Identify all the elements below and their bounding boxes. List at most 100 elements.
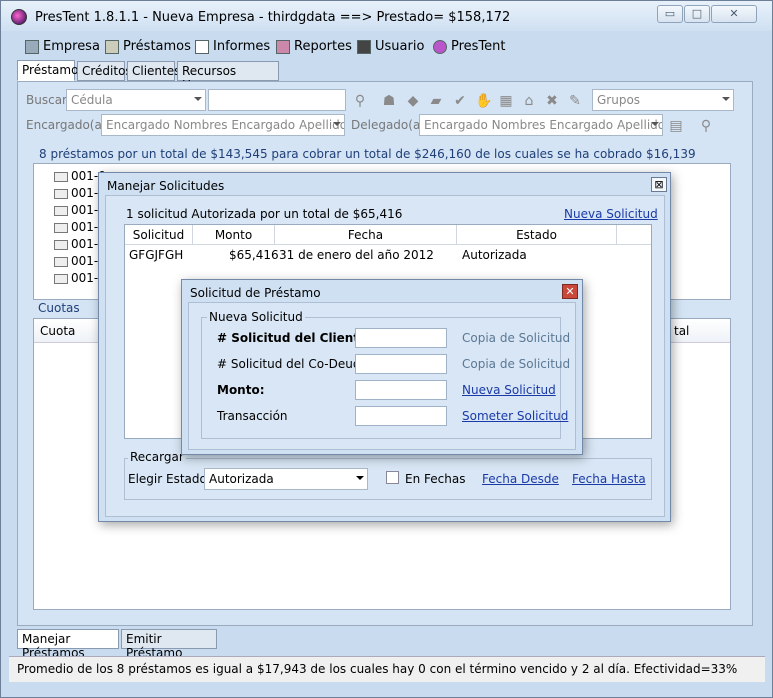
title-bar: PresTent 1.8.1.1 - Nueva Empresa - third… — [1, 1, 772, 31]
fecha-desde-link[interactable]: Fecha Desde — [482, 472, 559, 486]
bank-icon[interactable]: ⌂ — [521, 93, 537, 109]
loans-summary: 8 préstamos por un total de $143,545 par… — [39, 147, 696, 161]
minimize-button[interactable]: ▭ — [657, 5, 683, 23]
document-icon — [54, 273, 68, 284]
table-header: Solicitud Monto Fecha Estado — [125, 225, 651, 245]
document-icon — [54, 222, 68, 233]
table-row[interactable]: GFGJFGH $65,416 31 de enero del año 2012… — [125, 245, 651, 265]
en-fechas-checkbox[interactable] — [386, 471, 399, 484]
header-estado[interactable]: Estado — [457, 225, 617, 245]
grupos-combo[interactable]: Grupos — [592, 89, 734, 111]
user-icon — [357, 39, 371, 54]
window-title: PresTent 1.8.1.1 - Nueva Empresa - third… — [35, 10, 511, 25]
cliente-input[interactable] — [355, 328, 447, 348]
tag-icon[interactable]: ◆ — [405, 93, 421, 109]
pencil-icon[interactable]: ✎ — [567, 93, 583, 109]
search-input[interactable] — [208, 89, 346, 111]
cliente-label: # Solicitud del Cliente: — [217, 331, 373, 345]
app-icon — [11, 9, 27, 25]
cell-solicitud: GFGJFGH — [129, 248, 184, 262]
cell-estado: Autorizada — [462, 248, 527, 262]
solicitudes-summary: 1 solicitud Autorizada por un total de $… — [126, 207, 403, 221]
estado-combo[interactable]: Autorizada — [204, 468, 368, 490]
delegado-label: Delegado(a) — [351, 118, 425, 132]
someter-solicitud-link[interactable]: Someter Solicitud — [462, 409, 568, 423]
maximize-button[interactable]: □ — [684, 5, 710, 23]
codeudor-label: # Solicitud del Co-Deudor: — [217, 357, 377, 371]
document-icon — [54, 205, 68, 216]
binoculars-icon[interactable]: ⚲ — [352, 93, 368, 109]
handshake-icon[interactable]: ✋ — [475, 93, 492, 109]
tab-recursos-humanos[interactable]: Recursos Humanos — [177, 61, 279, 92]
codeudor-input[interactable] — [355, 354, 447, 374]
status-bar: Promedio de los 8 préstamos es igual a $… — [9, 656, 765, 682]
header-solicitud[interactable]: Solicitud — [125, 225, 193, 245]
calculator-icon[interactable]: ▦ — [498, 93, 514, 109]
recargar-label: Recargar — [128, 450, 186, 464]
report-icon — [276, 39, 290, 54]
menu-informes[interactable]: Informes — [195, 39, 270, 54]
building-icon — [25, 39, 39, 54]
close-button[interactable]: ✕ — [711, 5, 757, 23]
check-icon[interactable]: ✔ — [452, 93, 468, 109]
header-monto[interactable]: Monto — [193, 225, 275, 245]
menu-bar: Empresa Préstamos Informes Reportes Usua… — [13, 35, 753, 61]
dialog-title: Solicitud de Préstamo — [190, 286, 321, 300]
menu-prestent[interactable]: PresTent — [433, 39, 506, 54]
tab-clientes[interactable]: Clientes — [127, 61, 180, 81]
close-button[interactable]: ✕ — [562, 284, 578, 299]
copia-cliente-label: Copia de Solicitud — [462, 331, 571, 345]
zoom-icon[interactable]: ⚲ — [698, 118, 714, 134]
chevron-down-icon — [194, 97, 202, 101]
chevron-down-icon — [651, 122, 659, 126]
total-column-header[interactable]: tal — [674, 324, 689, 338]
menu-reportes[interactable]: Reportes — [276, 39, 352, 54]
elegir-estado-label: Elegir Estado: — [128, 472, 211, 486]
transaccion-input[interactable] — [355, 406, 447, 426]
eraser-icon[interactable]: ▰ — [428, 93, 444, 109]
document-icon — [54, 239, 68, 250]
encargado-label: Encargado(a) — [26, 118, 107, 132]
delegado-combo[interactable]: Encargado Nombres Encargado Apellidos — [419, 114, 663, 136]
dialog-title: Manejar Solicitudes — [107, 179, 225, 193]
menu-empresa[interactable]: Empresa — [25, 39, 100, 54]
person-icon[interactable]: ☗ — [381, 93, 397, 109]
buscar-combo[interactable]: Cédula — [66, 89, 206, 111]
calendar-icon[interactable]: ▤ — [668, 118, 684, 134]
money-icon — [105, 39, 119, 54]
chevron-down-icon — [356, 476, 364, 480]
document-icon — [54, 256, 68, 267]
tab-emitir-prestamo[interactable]: Emitir Préstamo — [121, 629, 217, 660]
nueva-solicitud-link[interactable]: Nueva Solicitud — [564, 207, 658, 221]
copia-codeudor-label: Copia de Solicitud — [462, 357, 571, 371]
transaccion-label: Transacción — [217, 409, 288, 423]
chevron-down-icon — [722, 97, 730, 101]
cuotas-label: Cuotas — [38, 301, 80, 315]
nueva-solicitud-link[interactable]: Nueva Solicitud — [462, 383, 556, 397]
app-menu-icon — [433, 39, 447, 54]
cell-fecha: 31 de enero del año 2012 — [279, 248, 434, 262]
delete-icon[interactable]: ✖ — [544, 93, 560, 109]
buscar-label: Buscar — [26, 93, 67, 107]
header-fecha[interactable]: Fecha — [275, 225, 457, 245]
document-icon — [54, 171, 68, 182]
en-fechas-label: En Fechas — [405, 472, 466, 486]
tab-prestamos[interactable]: Préstamos — [17, 60, 85, 81]
dialog-body: Nueva Solicitud # Solicitud del Cliente:… — [188, 302, 576, 450]
fecha-hasta-link[interactable]: Fecha Hasta — [572, 472, 646, 486]
encargado-combo[interactable]: Encargado Nombres Encargado Apellidos — [101, 114, 345, 136]
menu-prestamos[interactable]: Préstamos — [105, 39, 191, 54]
cuota-column-header[interactable]: Cuota — [40, 324, 75, 338]
monto-input[interactable] — [355, 380, 447, 400]
close-button[interactable]: ⊠ — [651, 177, 667, 192]
main-window: PresTent 1.8.1.1 - Nueva Empresa - third… — [0, 0, 773, 698]
chevron-down-icon — [333, 122, 341, 126]
menu-usuario[interactable]: Usuario — [357, 39, 424, 54]
solicitud-prestamo-dialog: Solicitud de Préstamo ✕ Nueva Solicitud … — [181, 279, 583, 455]
chart-icon — [195, 39, 209, 54]
document-icon — [54, 188, 68, 199]
cell-monto: $65,416 — [229, 248, 279, 262]
tab-creditos[interactable]: Créditos — [77, 61, 132, 81]
monto-label: Monto: — [217, 383, 265, 397]
tab-manejar-prestamos[interactable]: Manejar Préstamos — [17, 629, 119, 660]
